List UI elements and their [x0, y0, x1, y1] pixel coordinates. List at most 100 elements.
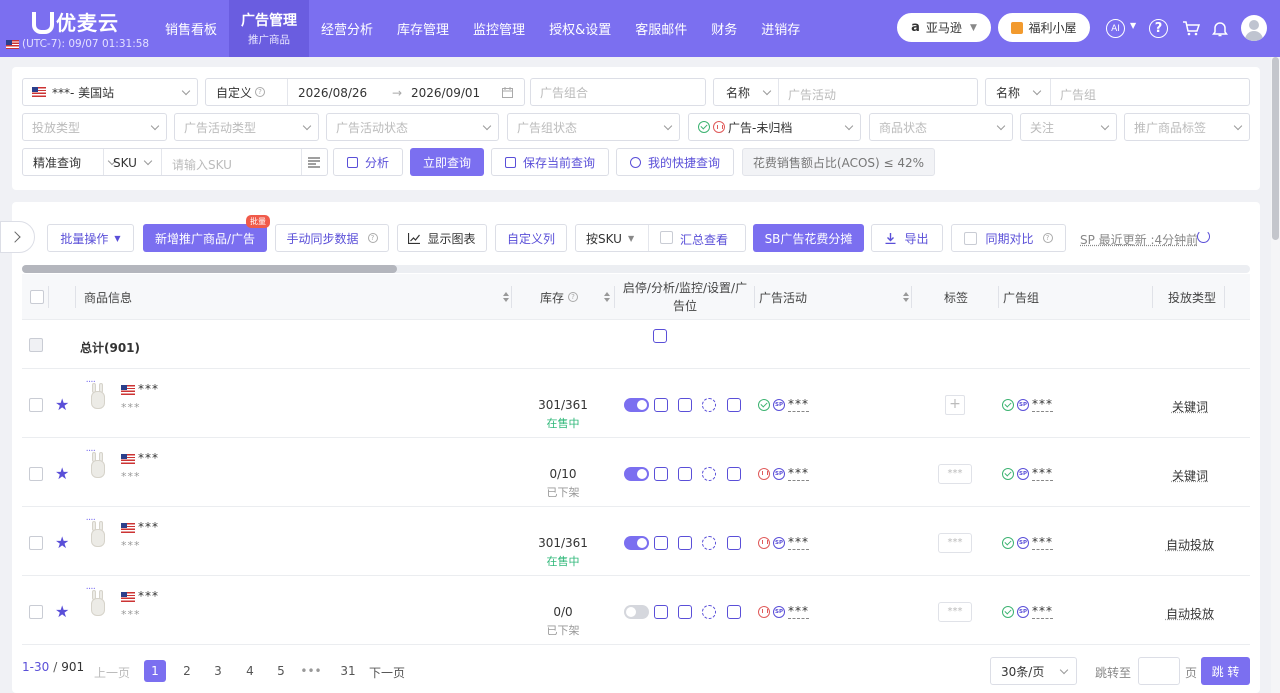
- search-field-select[interactable]: SKU: [113, 156, 137, 170]
- ai-chevron-icon[interactable]: ▼: [1130, 21, 1136, 30]
- trend-chart-icon[interactable]: [654, 398, 668, 412]
- bell-icon[interactable]: [1209, 17, 1231, 39]
- product-thumbnail[interactable]: ••••: [84, 586, 112, 620]
- adgroup-name-filter[interactable]: 名称 广告组: [985, 78, 1250, 106]
- follow-select[interactable]: 关注: [1020, 113, 1117, 141]
- enable-toggle[interactable]: [624, 467, 649, 481]
- campaign-cell[interactable]: SP ***: [758, 535, 809, 550]
- product-title[interactable]: ***: [138, 589, 159, 603]
- product-thumbnail[interactable]: ••••: [84, 517, 112, 551]
- adgroup-name[interactable]: ***: [1032, 466, 1053, 481]
- targeting-type[interactable]: 自动投放: [1162, 536, 1218, 553]
- table-row[interactable]: ★ •••• *** *** 0/10 已下架 SP *** *** SP *** 关键词: [22, 438, 1250, 507]
- adgroup-name[interactable]: ***: [1032, 397, 1053, 412]
- campaign-name[interactable]: ***: [788, 535, 809, 550]
- nav-monitoring[interactable]: 监控管理: [461, 0, 537, 57]
- acos-filter-chip[interactable]: 花费销售额占比(ACOS) ≤ 42%: [742, 148, 935, 176]
- period-compare-checkbox[interactable]: [964, 231, 978, 245]
- adgroup-name[interactable]: ***: [1032, 535, 1053, 550]
- enable-toggle[interactable]: [624, 605, 649, 619]
- sort-icon[interactable]: [903, 292, 909, 302]
- trend-chart-icon[interactable]: [654, 536, 668, 550]
- show-chart-button[interactable]: 显示图表: [397, 224, 487, 252]
- nav-service-email[interactable]: 客服邮件: [623, 0, 699, 57]
- nav-ad-management[interactable]: 广告管理 推广商品: [229, 0, 310, 57]
- custom-columns-button[interactable]: 自定义列: [495, 224, 567, 252]
- col-stock[interactable]: 库存 ?: [540, 274, 610, 320]
- list-icon[interactable]: [308, 157, 320, 168]
- page-2[interactable]: 2: [176, 660, 198, 682]
- cart-icon[interactable]: [1180, 17, 1202, 39]
- ad-portfolio-select[interactable]: 广告组合: [530, 78, 706, 106]
- welfare-house-button[interactable]: 福利小屋: [998, 13, 1090, 42]
- manual-sync-button[interactable]: 手动同步数据?: [275, 224, 389, 252]
- date-start[interactable]: 2026/08/26: [298, 86, 367, 100]
- horizontal-scrollbar-thumb[interactable]: [22, 265, 397, 273]
- ai-icon[interactable]: AI: [1106, 19, 1125, 38]
- page-ellipsis[interactable]: •••: [298, 660, 324, 682]
- targeting-type-select[interactable]: 投放类型: [22, 113, 167, 141]
- adgroup-name-mode[interactable]: 名称: [996, 84, 1020, 101]
- period-compare-control[interactable]: 同期对比 ?: [951, 224, 1066, 252]
- monitor-icon[interactable]: [678, 467, 692, 481]
- enable-toggle[interactable]: [624, 398, 649, 412]
- gear-icon[interactable]: [702, 398, 716, 412]
- col-product-info[interactable]: 商品信息: [84, 274, 509, 320]
- refresh-icon[interactable]: [1197, 230, 1210, 243]
- sku-input[interactable]: 请输入SKU: [172, 156, 232, 173]
- favorite-star-icon[interactable]: ★: [55, 533, 69, 552]
- page-size-select[interactable]: 30条/页: [990, 657, 1077, 685]
- adgroup-name[interactable]: ***: [1032, 604, 1053, 619]
- page-1[interactable]: 1: [144, 660, 166, 682]
- favorite-star-icon[interactable]: ★: [55, 602, 69, 621]
- placement-icon[interactable]: [727, 605, 741, 619]
- save-query-button[interactable]: 保存当前查询: [491, 148, 609, 176]
- product-title[interactable]: ***: [138, 382, 159, 396]
- match-mode-select[interactable]: 精准查询: [33, 154, 81, 171]
- ad-status-select[interactable]: 广告-未归档: [688, 113, 861, 141]
- page-5[interactable]: 5: [270, 660, 292, 682]
- horizontal-scrollbar[interactable]: [22, 265, 1250, 273]
- campaign-name[interactable]: ***: [788, 604, 809, 619]
- adgroup-status-select[interactable]: 广告组状态: [507, 113, 680, 141]
- avatar[interactable]: [1241, 15, 1267, 41]
- select-all-checkbox[interactable]: [30, 290, 44, 304]
- tag-chip[interactable]: ***: [938, 464, 972, 484]
- app-logo[interactable]: 优麦云: [30, 7, 119, 36]
- group-by-select[interactable]: 按SKU: [586, 230, 622, 247]
- adgroup-cell[interactable]: SP ***: [1002, 466, 1053, 481]
- vertical-scrollbar[interactable]: [1271, 57, 1280, 693]
- gear-icon[interactable]: [702, 605, 716, 619]
- product-title[interactable]: ***: [138, 520, 159, 534]
- trend-chart-icon[interactable]: [654, 605, 668, 619]
- placement-icon[interactable]: [727, 398, 741, 412]
- sort-icon[interactable]: [503, 292, 509, 302]
- export-button[interactable]: 导出: [871, 224, 943, 252]
- product-tag-select[interactable]: 推广商品标签: [1124, 113, 1250, 141]
- date-mode-label[interactable]: 自定义: [216, 84, 252, 101]
- campaign-cell[interactable]: SP ***: [758, 397, 809, 412]
- favorite-star-icon[interactable]: ★: [55, 464, 69, 483]
- page-31[interactable]: 31: [337, 660, 359, 682]
- nav-finance[interactable]: 财务: [699, 0, 749, 57]
- page-3[interactable]: 3: [207, 660, 229, 682]
- table-row[interactable]: ★ •••• *** *** 301/361 在售中 SP *** + SP *** 关键词: [22, 369, 1250, 438]
- product-status-select[interactable]: 商品状态: [869, 113, 1013, 141]
- marketplace-select[interactable]: a 亚马逊 ▼: [897, 13, 991, 42]
- nav-purchase-sales-stock[interactable]: 进销存: [749, 0, 812, 57]
- gear-icon[interactable]: [702, 536, 716, 550]
- adgroup-cell[interactable]: SP ***: [1002, 535, 1053, 550]
- row-checkbox[interactable]: [29, 536, 43, 550]
- add-tag-button[interactable]: +: [945, 395, 965, 415]
- campaign-cell[interactable]: SP ***: [758, 466, 809, 481]
- product-title[interactable]: ***: [138, 451, 159, 465]
- table-row[interactable]: ★ •••• *** *** 301/361 在售中 SP *** *** SP *** 自动投放: [22, 507, 1250, 576]
- campaign-cell[interactable]: SP ***: [758, 604, 809, 619]
- monitor-icon[interactable]: [678, 605, 692, 619]
- product-thumbnail[interactable]: ••••: [84, 379, 112, 413]
- jump-page-input[interactable]: [1138, 657, 1180, 685]
- product-thumbnail[interactable]: ••••: [84, 448, 112, 482]
- add-promoted-product-button[interactable]: 新增推广商品/广告: [143, 224, 267, 252]
- adgroup-cell[interactable]: SP ***: [1002, 604, 1053, 619]
- next-page-button[interactable]: 下一页: [369, 664, 405, 681]
